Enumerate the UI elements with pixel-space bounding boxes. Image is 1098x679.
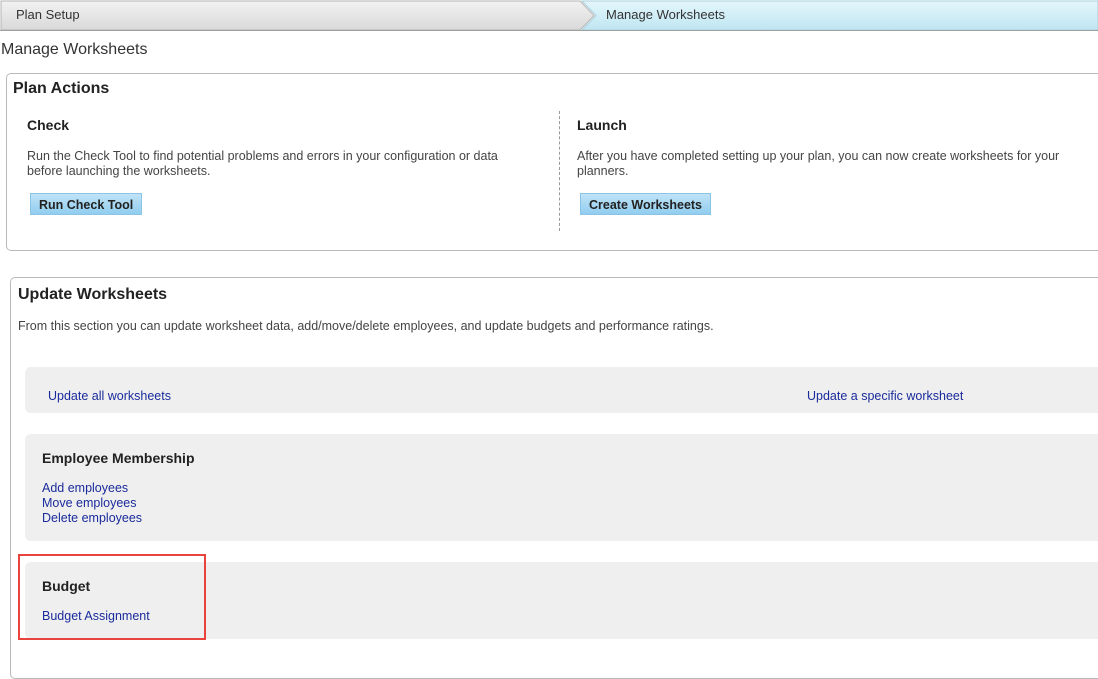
plan-actions-title: Plan Actions bbox=[13, 80, 110, 97]
launch-heading: Launch bbox=[577, 117, 627, 133]
breadcrumb: Plan Setup Manage Worksheets bbox=[0, 0, 1098, 31]
update-worksheets-description: From this section you can update workshe… bbox=[18, 319, 714, 333]
run-check-tool-button[interactable]: Run Check Tool bbox=[30, 193, 143, 215]
delete-employees-link[interactable]: Delete employees bbox=[42, 511, 142, 525]
highlight-box bbox=[18, 554, 206, 640]
update-worksheets-title: Update Worksheets bbox=[18, 286, 168, 303]
breadcrumb-manage-worksheets: Manage Worksheets bbox=[606, 7, 725, 22]
check-heading: Check bbox=[27, 117, 70, 133]
launch-description: After you have completed setting up your… bbox=[577, 149, 1060, 178]
section-divider bbox=[559, 111, 560, 231]
move-employees-link[interactable]: Move employees bbox=[42, 496, 137, 510]
add-employees-link[interactable]: Add employees bbox=[42, 481, 128, 495]
employee-membership-heading: Employee Membership bbox=[42, 450, 195, 466]
update-all-worksheets-link[interactable]: Update all worksheets bbox=[48, 389, 171, 403]
update-specific-worksheet-link[interactable]: Update a specific worksheet bbox=[807, 389, 963, 403]
create-worksheets-button[interactable]: Create Worksheets bbox=[580, 193, 712, 215]
check-description: Run the Check Tool to find potential pro… bbox=[27, 149, 498, 178]
page-title: Manage Worksheets bbox=[1, 41, 148, 58]
breadcrumb-plan-setup[interactable]: Plan Setup bbox=[16, 7, 80, 22]
